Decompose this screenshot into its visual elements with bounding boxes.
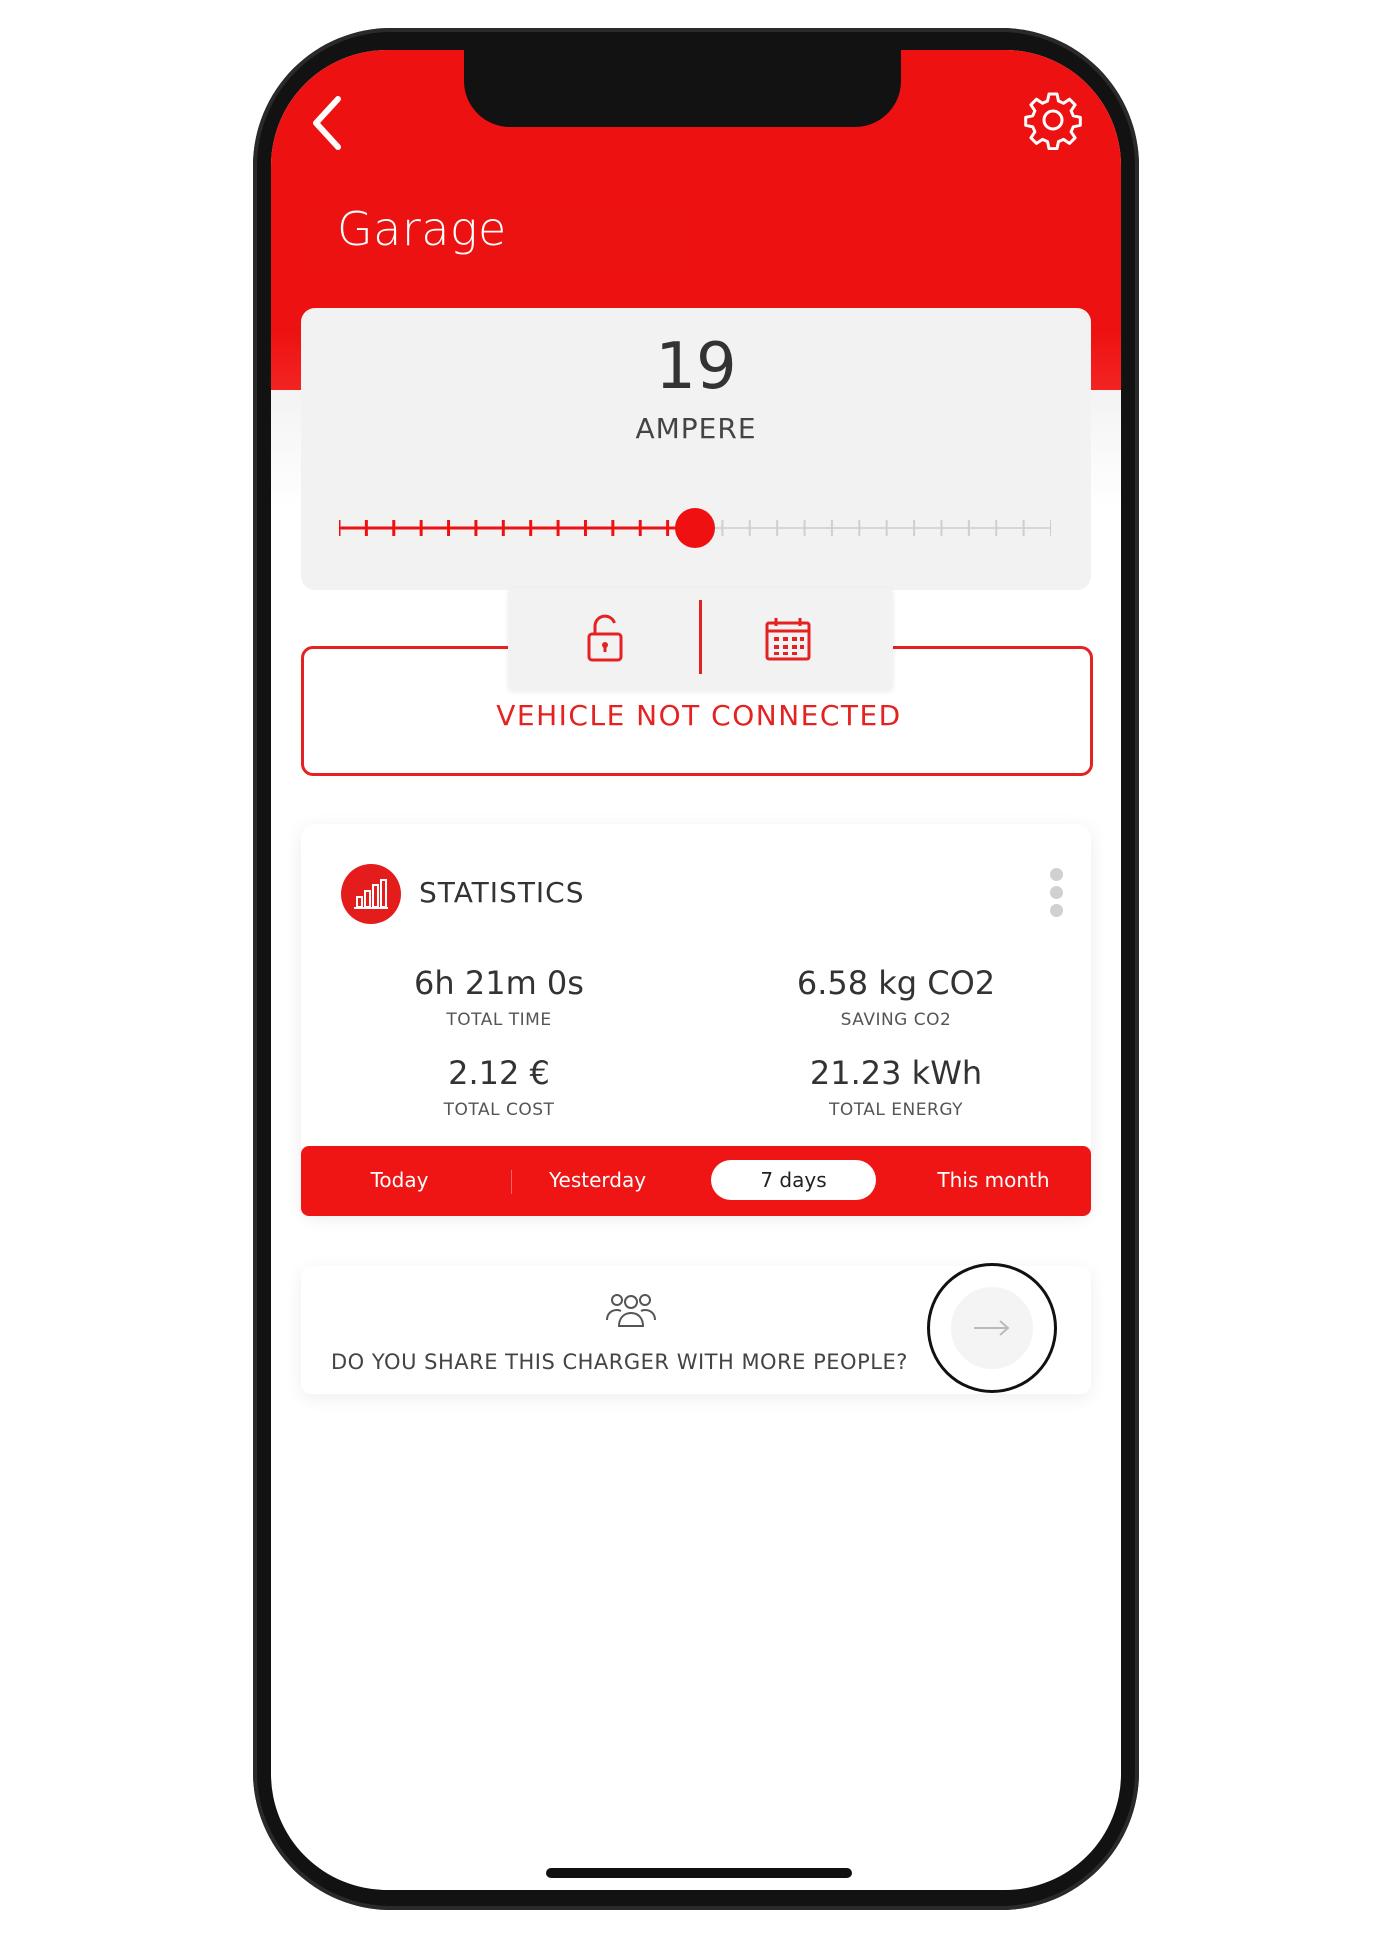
stat-value: 21.23 kWh (809, 1054, 983, 1092)
back-button[interactable] (297, 88, 357, 158)
period-selector: Today Yesterday 7 days This month (301, 1146, 1091, 1216)
statistics-icon (341, 864, 401, 924)
settings-button[interactable] (1019, 86, 1087, 154)
unlock-icon (587, 614, 623, 662)
unlock-button[interactable] (570, 606, 640, 672)
share-question: DO YOU SHARE THIS CHARGER WITH MORE PEOP… (331, 1350, 908, 1374)
stat-label: TOTAL ENERGY (828, 1100, 964, 1120)
home-indicator[interactable] (546, 1868, 852, 1878)
connection-status: VEHICLE NOT CONNECTED (496, 699, 902, 732)
stat-value: 6h 21m 0s (414, 964, 584, 1002)
gear-icon (1024, 92, 1082, 150)
stat-label: TOTAL TIME (446, 1010, 552, 1030)
chevron-left-icon (313, 96, 341, 150)
statistics-title: STATISTICS (419, 876, 585, 909)
more-options-icon[interactable] (1043, 868, 1069, 924)
ampere-slider[interactable] (339, 504, 1051, 552)
tab-divider (511, 1170, 512, 1194)
phone-notch (464, 50, 901, 127)
stat-total-energy: 21.23 kWh TOTAL ENERGY (746, 1054, 1046, 1120)
stat-label: TOTAL COST (443, 1100, 555, 1120)
stat-total-time: 6h 21m 0s TOTAL TIME (349, 964, 649, 1030)
ampere-card: 19 AMPERE (301, 308, 1091, 590)
charger-actions (508, 588, 893, 690)
stat-value: 6.58 kg CO2 (796, 964, 996, 1002)
action-divider (699, 600, 702, 674)
stat-label: SAVING CO2 (840, 1010, 952, 1030)
ampere-value: 19 (655, 330, 737, 404)
stat-value: 2.12 € (448, 1054, 550, 1092)
arrow-background (951, 1287, 1033, 1369)
stat-saving-co2: 6.58 kg CO2 SAVING CO2 (746, 964, 1046, 1030)
arrow-right-icon (974, 1320, 1010, 1336)
schedule-button[interactable] (753, 606, 823, 672)
app-screen: Garage 19 AMPERE VEHICLE NOT CONNECTED S… (271, 50, 1121, 1890)
tab-this-month[interactable]: This month (911, 1160, 1076, 1200)
statistics-card: STATISTICS 6h 21m 0s TOTAL TIME 6.58 kg … (301, 824, 1091, 1216)
share-arrow-button[interactable] (927, 1263, 1057, 1393)
tab-7-days[interactable]: 7 days (711, 1160, 876, 1200)
slider-handle[interactable] (675, 508, 715, 548)
people-icon (606, 1294, 656, 1327)
calendar-icon (765, 618, 811, 661)
page-title: Garage (337, 202, 507, 256)
tab-yesterday[interactable]: Yesterday (515, 1160, 680, 1200)
ampere-unit: AMPERE (635, 412, 757, 445)
tab-today[interactable]: Today (317, 1160, 482, 1200)
stat-total-cost: 2.12 € TOTAL COST (349, 1054, 649, 1120)
